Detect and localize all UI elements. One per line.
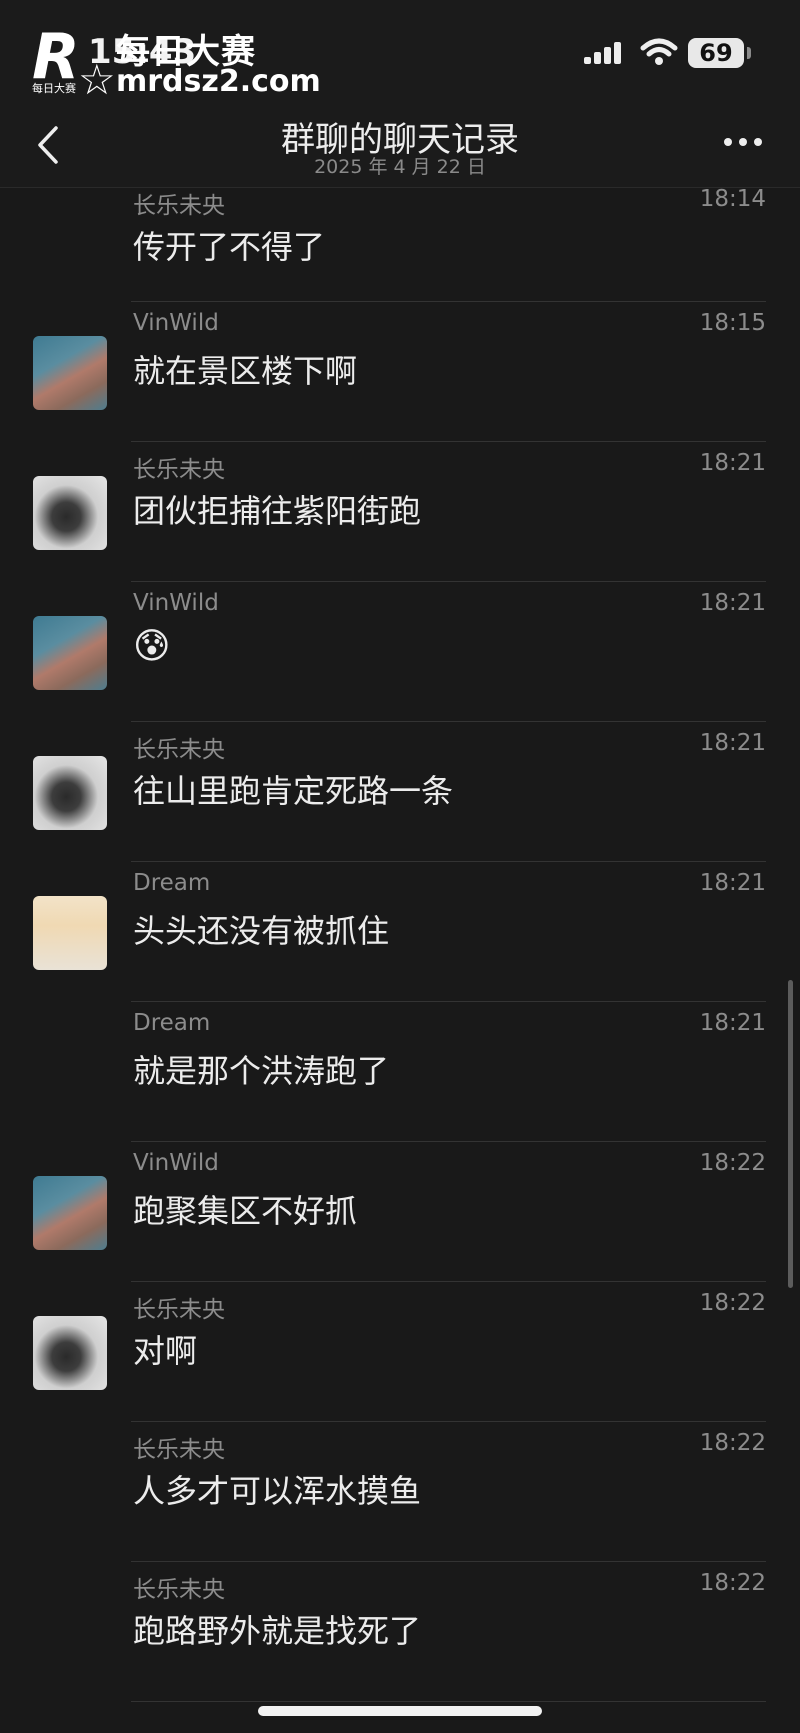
nav-bar: 群聊的聊天记录 2025 年 4 月 22 日 <box>0 110 800 188</box>
sender-name: Dream <box>133 1010 211 1036</box>
message-text: 就是那个洪涛跑了 <box>133 1052 390 1090</box>
avatar[interactable] <box>33 1316 107 1390</box>
message-text: 头头还没有被抓住 <box>133 912 390 950</box>
avatar[interactable] <box>33 756 107 830</box>
message-item[interactable]: VinWild 18:15 就在景区楼下啊 <box>0 302 800 442</box>
message-item[interactable]: 长乐未央 18:14 传开了不得了 <box>0 186 800 302</box>
message-time: 18:22 <box>699 1570 766 1596</box>
avatar[interactable] <box>33 336 107 410</box>
message-item[interactable]: 长乐未央 18:21 团伙拒捕往紫阳街跑 <box>0 442 800 582</box>
message-text: 人多才可以浑水摸鱼 <box>133 1472 422 1510</box>
sender-name: 长乐未央 <box>133 737 225 763</box>
home-indicator[interactable] <box>258 1706 542 1716</box>
avatar[interactable] <box>33 896 107 970</box>
message-time: 18:22 <box>699 1290 766 1316</box>
message-item[interactable]: Dream 18:21 头头还没有被抓住 <box>0 862 800 1002</box>
sender-name: 长乐未央 <box>133 1297 225 1323</box>
watermark-url: mrdsz2.com <box>116 64 321 99</box>
message-item[interactable]: VinWild 18:22 跑聚集区不好抓 <box>0 1142 800 1282</box>
wifi-icon <box>640 38 678 65</box>
message-item[interactable]: 长乐未央 18:22 对啊 <box>0 1282 800 1422</box>
sender-name: VinWild <box>133 1150 219 1176</box>
divider <box>131 1701 766 1702</box>
message-item[interactable]: VinWild 18:21 😰 <box>0 582 800 722</box>
message-time: 18:21 <box>699 730 766 756</box>
sender-name: Dream <box>133 870 211 896</box>
watermark-small-text: 每日大赛 <box>32 82 76 95</box>
sender-name: 长乐未央 <box>133 193 225 219</box>
avatar[interactable] <box>33 476 107 550</box>
sender-name: VinWild <box>133 310 219 336</box>
more-options-icon[interactable] <box>722 130 764 154</box>
message-text: 传开了不得了 <box>133 228 326 266</box>
message-time: 18:21 <box>699 870 766 896</box>
sender-name: VinWild <box>133 590 219 616</box>
message-item[interactable]: Dream 18:21 就是那个洪涛跑了 <box>0 1002 800 1142</box>
battery-level: 69 <box>699 39 733 67</box>
message-time: 18:21 <box>699 1010 766 1036</box>
battery-icon: 69 <box>688 38 744 68</box>
message-text: 团伙拒捕往紫阳街跑 <box>133 492 422 530</box>
message-time: 18:22 <box>699 1150 766 1176</box>
message-text: 对啊 <box>133 1332 198 1370</box>
message-time: 18:15 <box>699 310 766 336</box>
message-time: 18:14 <box>699 186 766 212</box>
scrollbar[interactable] <box>788 980 793 1288</box>
message-item[interactable]: 长乐未央 18:22 跑路野外就是找死了 <box>0 1562 800 1702</box>
watermark-star-icon: ☆ <box>78 55 116 104</box>
message-time: 18:21 <box>699 590 766 616</box>
page-subtitle-date: 2025 年 4 月 22 日 <box>314 156 486 178</box>
battery-cap <box>747 47 751 59</box>
message-text: 往山里跑肯定死路一条 <box>133 772 454 810</box>
message-item[interactable]: 长乐未央 18:22 人多才可以浑水摸鱼 <box>0 1422 800 1562</box>
sender-name: 长乐未央 <box>133 1437 225 1463</box>
sender-name: 长乐未央 <box>133 1577 225 1603</box>
watermark-logo: R ☆ 每日大赛 每日大赛 mrdsz2.com <box>28 22 338 102</box>
cellular-signal-icon <box>584 42 621 64</box>
emoji-sweat-icon: 😰 <box>133 626 171 667</box>
message-time: 18:22 <box>699 1430 766 1456</box>
message-text: 跑路野外就是找死了 <box>133 1612 422 1650</box>
avatar[interactable] <box>33 1176 107 1250</box>
sender-name: 长乐未央 <box>133 457 225 483</box>
message-time: 18:21 <box>699 450 766 476</box>
message-item[interactable]: 长乐未央 18:21 往山里跑肯定死路一条 <box>0 722 800 862</box>
message-text: 跑聚集区不好抓 <box>133 1192 358 1230</box>
message-text: 就在景区楼下啊 <box>133 352 358 390</box>
avatar[interactable] <box>33 616 107 690</box>
